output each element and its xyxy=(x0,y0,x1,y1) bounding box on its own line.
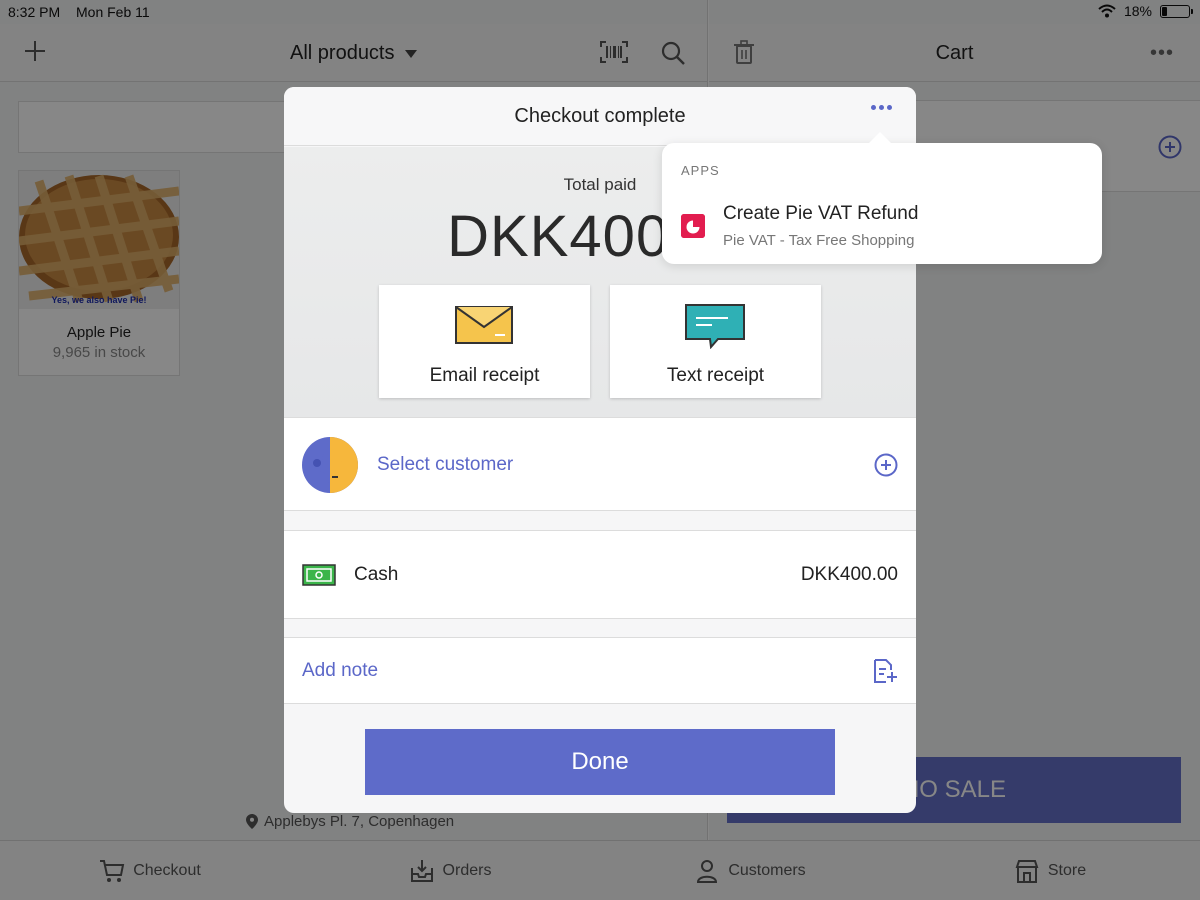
text-receipt-button[interactable]: Text receipt xyxy=(610,285,821,398)
payment-row: Cash DKK400.00 xyxy=(284,530,916,619)
pie-vat-app-icon xyxy=(681,214,705,238)
cash-icon xyxy=(302,564,336,586)
add-circle-icon[interactable] xyxy=(874,453,898,477)
customer-avatar-icon xyxy=(302,437,358,493)
modal-title: Checkout complete xyxy=(514,105,686,127)
apps-popover: APPS Create Pie VAT Refund Pie VAT - Tax… xyxy=(662,132,1102,264)
text-receipt-label: Text receipt xyxy=(666,365,765,386)
add-note-row[interactable]: Add note xyxy=(284,637,916,704)
payment-method-label: Cash xyxy=(354,564,399,585)
email-receipt-label: Email receipt xyxy=(429,365,540,386)
envelope-icon xyxy=(455,306,513,344)
more-options-icon[interactable] xyxy=(871,105,892,110)
add-note-label: Add note xyxy=(302,660,379,681)
modal-header: Checkout complete xyxy=(284,87,916,146)
add-note-icon[interactable] xyxy=(872,658,898,684)
select-customer-label: Select customer xyxy=(377,454,514,475)
select-customer-row[interactable]: Select customer xyxy=(284,417,916,511)
done-button[interactable]: Done xyxy=(365,729,835,795)
payment-amount: DKK400.00 xyxy=(800,564,898,585)
email-receipt-button[interactable]: Email receipt xyxy=(379,285,590,398)
chat-bubble-icon xyxy=(685,304,745,349)
pie-vat-subtitle: Pie VAT - Tax Free Shopping xyxy=(723,232,915,249)
create-pie-vat-refund-item[interactable]: Create Pie VAT Refund xyxy=(723,203,918,225)
apps-section-header: APPS xyxy=(681,163,720,178)
